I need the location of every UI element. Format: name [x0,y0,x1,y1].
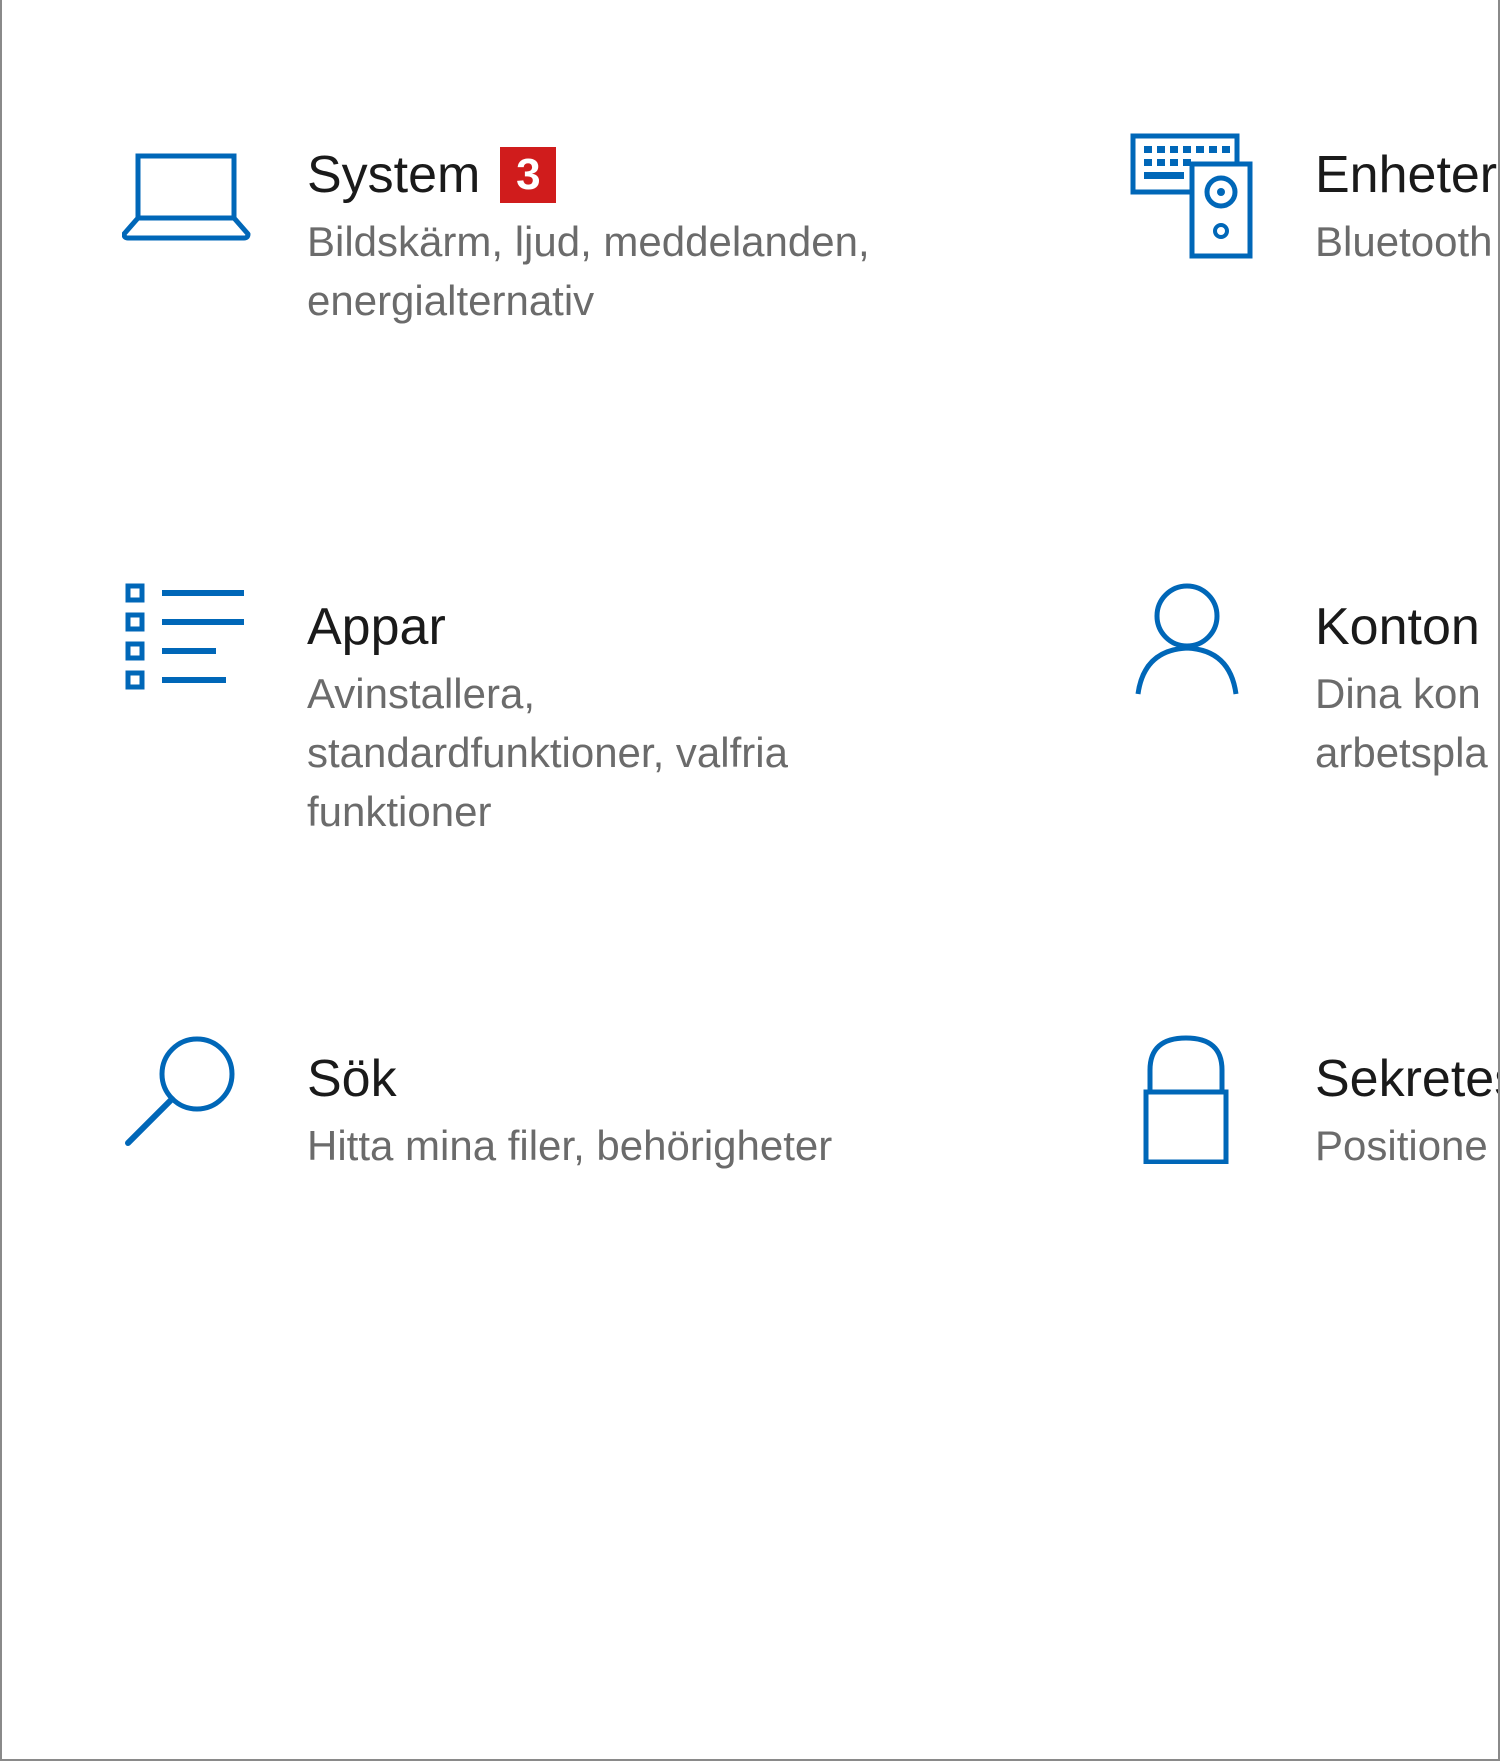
settings-tile-konton[interactable]: Konton Dina kon arbetspla [1130,582,1498,882]
apps-list-icon [122,582,252,712]
settings-tile-sekretess[interactable]: Sekretess Positione [1130,1034,1498,1334]
laptop-icon [122,130,252,260]
tile-title-system: System [307,146,481,204]
settings-window: System 3 Bildskärm, ljud, meddelanden, e… [0,0,1500,1761]
tile-description-appar: Avinstallera, standardfunktioner, valfri… [307,670,788,835]
settings-tile-enheter[interactable]: Enheter Bluetooth [1130,130,1498,430]
tile-title-enheter: Enheter [1315,146,1498,204]
notification-badge: 3 [500,147,557,203]
search-icon [122,1034,252,1164]
tile-title-sok: Sök [307,1050,397,1108]
person-icon [1130,582,1260,712]
settings-tile-sok[interactable]: Sök Hitta mina filer, behörigheter [122,1034,962,1334]
lock-icon [1130,1034,1260,1164]
tile-description-system: Bildskärm, ljud, meddelanden, energialte… [307,218,870,324]
settings-tile-appar[interactable]: Appar Avinstallera, standardfunktioner, … [122,582,962,882]
tile-description-konton: Dina kon arbetspla [1315,670,1488,776]
tile-title-konton: Konton [1315,598,1480,656]
devices-icon [1130,130,1260,260]
tile-title-appar: Appar [307,598,446,656]
tile-description-sok: Hitta mina filer, behörigheter [307,1122,833,1169]
tile-description-sekretess: Positione [1315,1122,1488,1169]
tile-title-sekretess: Sekretess [1315,1050,1498,1108]
settings-tile-system[interactable]: System 3 Bildskärm, ljud, meddelanden, e… [122,130,962,430]
tile-description-enheter: Bluetooth [1315,218,1493,265]
